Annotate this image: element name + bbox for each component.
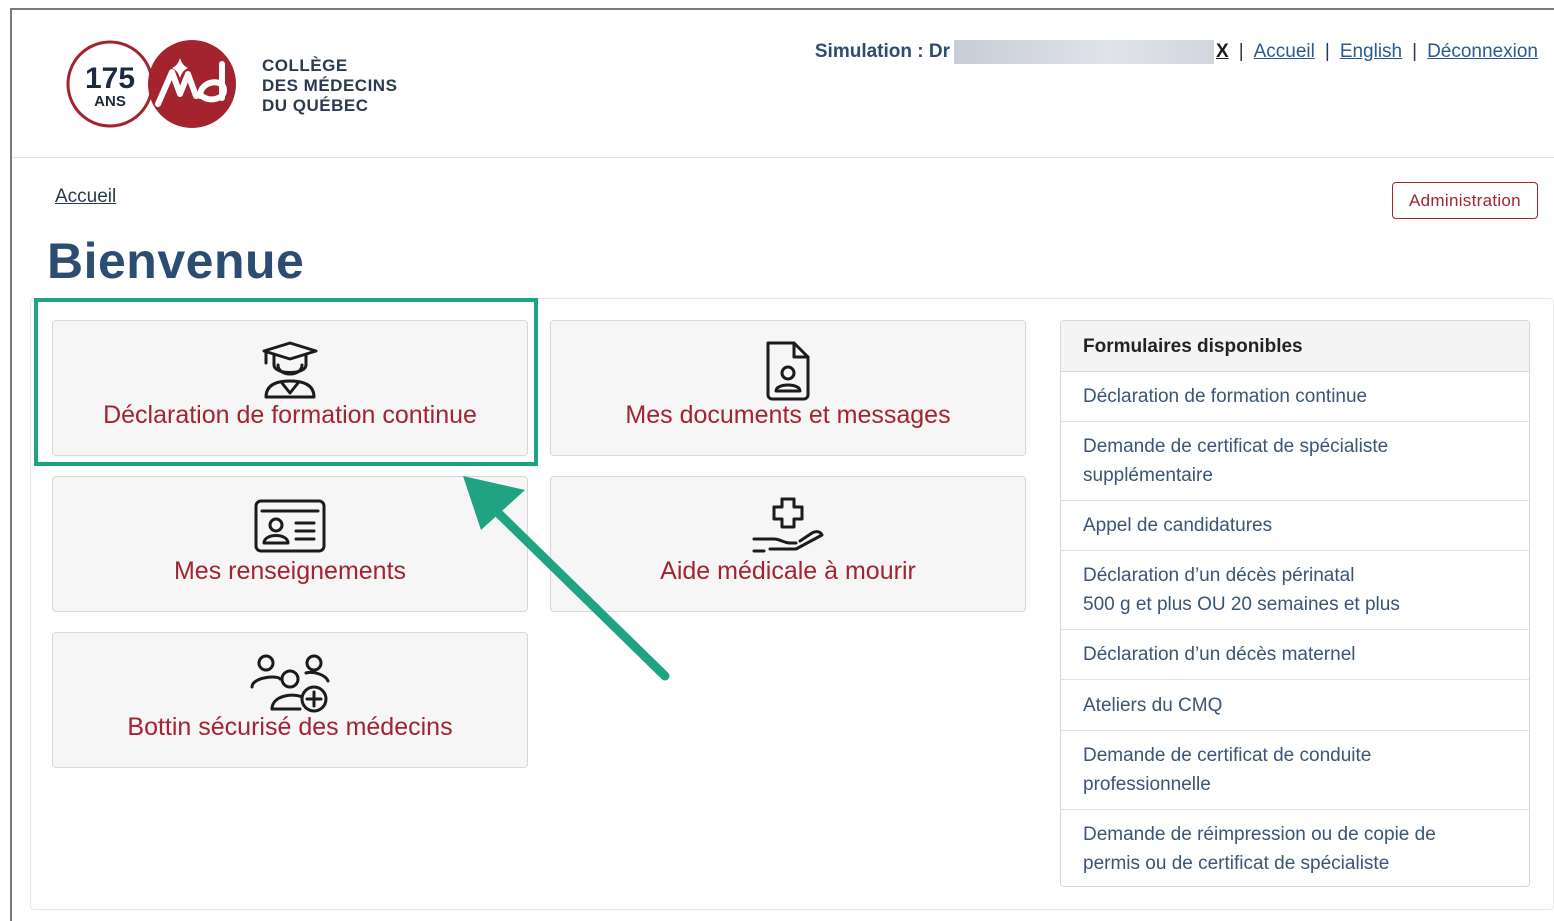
college-name-line-3: DU QUÉBEC <box>262 96 369 115</box>
highlight-box <box>34 298 538 466</box>
logo-badge-sub: ANS <box>94 93 126 110</box>
hand-cross-icon <box>752 497 824 553</box>
form-link-label: Appel de candidatures <box>1083 515 1273 536</box>
top-navigation: Simulation : Dr X | Accueil | English | … <box>815 38 1538 66</box>
form-link-label-line-1: Déclaration d’un décès périnatal <box>1083 565 1355 586</box>
end-simulation-link[interactable]: X <box>1216 41 1229 63</box>
form-link-deces-perinatal[interactable]: Déclaration d’un décès périnatal 500 g e… <box>1061 551 1529 630</box>
users-plus-icon <box>250 654 330 713</box>
logo-badge-number: 175 <box>85 62 135 95</box>
tile-mes-documents-messages[interactable]: Mes documents et messages <box>550 320 1026 456</box>
nav-separator: | <box>1238 41 1244 62</box>
form-link-label-line-2: permis ou de certificat de spécialiste <box>1083 853 1390 874</box>
form-link-deces-maternel[interactable]: Déclaration d’un décès maternel <box>1061 630 1529 680</box>
form-link-label: Déclaration d’un décès maternel <box>1083 644 1356 665</box>
college-name: COLLÈGE DES MÉDECINS DU QUÉBEC <box>262 56 397 116</box>
form-link-declaration-formation-continue[interactable]: Déclaration de formation continue <box>1061 372 1529 422</box>
form-link-label-line-2: supplémentaire <box>1083 465 1213 486</box>
page-title: Bienvenue <box>47 233 305 289</box>
form-link-reimpression-permis[interactable]: Demande de réimpression ou de copie de p… <box>1061 810 1529 886</box>
site-header: 175 ANS COLLÈGE DES MÉDECINS DU QUÉBEC S… <box>12 10 1554 158</box>
forms-panel: Formulaires disponibles Déclaration de f… <box>1060 320 1530 887</box>
nav-link-deconnexion[interactable]: Déconnexion <box>1427 41 1538 63</box>
id-card-icon <box>254 499 326 553</box>
college-name-line-2: DES MÉDECINS <box>262 76 398 95</box>
form-link-certificat-specialiste-supplementaire[interactable]: Demande de certificat de spécialiste sup… <box>1061 422 1529 501</box>
annotation-arrow-icon <box>463 476 670 681</box>
breadcrumb-accueil[interactable]: Accueil <box>55 186 116 208</box>
document-user-icon <box>766 341 810 401</box>
cmq-175-logo-mark: 175 ANS <box>66 40 236 128</box>
form-link-appel-candidatures[interactable]: Appel de candidatures <box>1061 501 1529 551</box>
form-link-ateliers-cmq[interactable]: Ateliers du CMQ <box>1061 680 1529 731</box>
redacted-doctor-name <box>954 40 1214 64</box>
forms-panel-title: Formulaires disponibles <box>1061 321 1529 372</box>
nav-separator: | <box>1412 41 1418 62</box>
nav-link-english[interactable]: English <box>1340 41 1402 63</box>
form-link-label-line-2: 500 g et plus OU 20 semaines et plus <box>1083 594 1400 615</box>
form-link-label-line-1: Demande de réimpression ou de copie de <box>1083 824 1436 845</box>
college-name-line-1: COLLÈGE <box>262 56 348 75</box>
tile-label: Bottin sécurisé des médecins <box>127 713 453 741</box>
form-link-label: Ateliers du CMQ <box>1083 694 1223 716</box>
simulation-label: Simulation : Dr <box>814 41 950 62</box>
tile-label: Mes documents et messages <box>625 401 951 429</box>
form-link-certificat-conduite-professionnelle[interactable]: Demande de certificat de conduite profes… <box>1061 731 1529 810</box>
administration-button[interactable]: Administration <box>1392 182 1538 219</box>
nav-separator: | <box>1324 41 1330 62</box>
form-link-label-line-2: professionnelle <box>1083 774 1211 795</box>
form-link-label: Déclaration de formation continue <box>1083 386 1368 407</box>
form-link-label-line-1: Demande de certificat de spécialiste <box>1083 436 1389 457</box>
nav-link-accueil[interactable]: Accueil <box>1254 41 1315 63</box>
form-link-label-line-1: Demande de certificat de conduite <box>1083 745 1372 766</box>
